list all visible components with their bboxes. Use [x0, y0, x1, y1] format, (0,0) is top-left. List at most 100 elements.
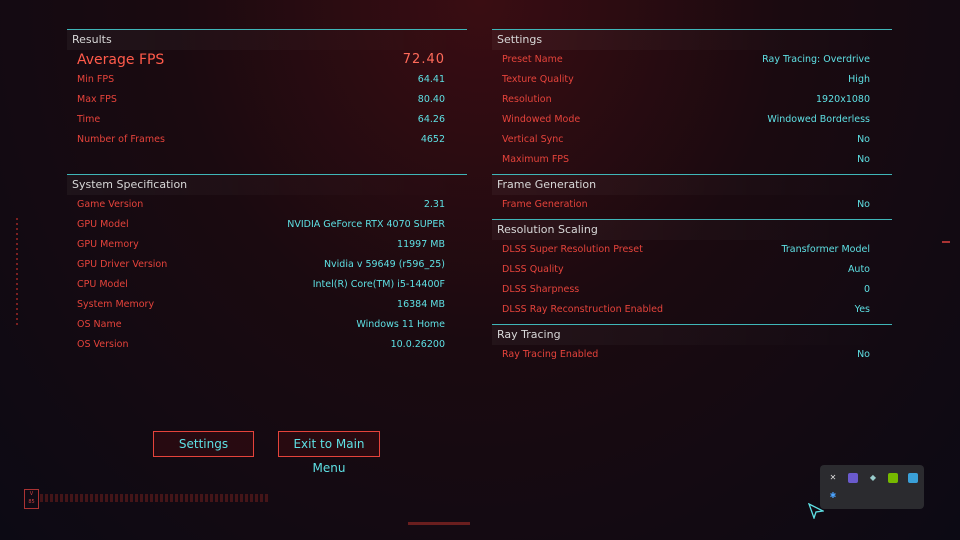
- setting-label: Preset Name: [502, 54, 563, 65]
- left-edge-decoration: [16, 218, 18, 328]
- spec-label: Game Version: [77, 199, 144, 210]
- spec-value: 11997 MB: [397, 239, 445, 250]
- spec-label: CPU Model: [77, 279, 128, 290]
- setting-label: Vertical Sync: [502, 134, 564, 145]
- spec-value: 2.31: [423, 199, 445, 210]
- setting-value: No: [857, 199, 870, 210]
- spec-row: CPU Model Intel(R) Core(TM) i5-14400F: [67, 275, 467, 295]
- resolution-scaling-panel: Resolution Scaling DLSS Super Resolution…: [492, 219, 892, 320]
- spec-value: 10.0.26200: [390, 339, 445, 350]
- mouse-cursor-icon: [808, 503, 824, 519]
- system-spec-title: System Specification: [67, 174, 467, 195]
- setting-value: No: [857, 154, 870, 165]
- setting-label: DLSS Super Resolution Preset: [502, 244, 643, 255]
- stat-row: Time 64.26: [67, 110, 467, 130]
- setting-row: Frame Generation No: [492, 195, 892, 215]
- setting-value: 1920x1080: [816, 94, 870, 105]
- system-tray-popup: ✕ ◆ ✱: [820, 465, 924, 509]
- setting-row: DLSS Quality Auto: [492, 260, 892, 280]
- stat-label: Time: [77, 114, 101, 125]
- monitor-icon[interactable]: [848, 473, 858, 483]
- results-title: Results: [67, 29, 467, 50]
- setting-label: Resolution: [502, 94, 552, 105]
- nvidia-icon[interactable]: [888, 473, 898, 483]
- stat-label: Max FPS: [77, 94, 117, 105]
- setting-value: 0: [863, 284, 870, 295]
- spec-value: Intel(R) Core(TM) i5-14400F: [312, 279, 445, 290]
- setting-row: Preset Name Ray Tracing: Overdrive: [492, 50, 892, 70]
- stat-row: Max FPS 80.40: [67, 90, 467, 110]
- bluetooth-icon[interactable]: ✱: [828, 491, 838, 501]
- setting-value: High: [848, 74, 870, 85]
- spec-row: System Memory 16384 MB: [67, 295, 467, 315]
- setting-label: DLSS Ray Reconstruction Enabled: [502, 304, 664, 315]
- spec-label: GPU Memory: [77, 239, 139, 250]
- cursor-icon[interactable]: ✕: [828, 473, 838, 483]
- settings-button[interactable]: Settings: [153, 431, 254, 457]
- right-edge-decoration: [942, 241, 950, 243]
- average-fps-value: 72.40: [402, 52, 445, 67]
- setting-row: Vertical Sync No: [492, 130, 892, 150]
- spec-label: GPU Driver Version: [77, 259, 168, 270]
- bottom-center-decoration: [408, 522, 470, 525]
- frame-generation-panel: Frame Generation Frame Generation No: [492, 174, 892, 215]
- setting-row: Maximum FPS No: [492, 150, 892, 170]
- spec-value: 16384 MB: [397, 299, 445, 310]
- stat-value: 64.26: [417, 114, 445, 125]
- stat-row: Number of Frames 4652: [67, 130, 467, 150]
- setting-value: No: [857, 349, 870, 360]
- setting-row: Windowed Mode Windowed Borderless: [492, 110, 892, 130]
- setting-row: DLSS Ray Reconstruction Enabled Yes: [492, 300, 892, 320]
- settings-panel: Settings Preset Name Ray Tracing: Overdri…: [492, 29, 892, 170]
- spec-row: GPU Memory 11997 MB: [67, 235, 467, 255]
- spec-row: OS Version 10.0.26200: [67, 335, 467, 355]
- stat-label: Min FPS: [77, 74, 115, 85]
- setting-value: No: [857, 134, 870, 145]
- setting-label: Frame Generation: [502, 199, 588, 210]
- spec-row: GPU Driver Version Nvidia v 59649 (r596_2…: [67, 255, 467, 275]
- setting-row: Ray Tracing Enabled No: [492, 345, 892, 365]
- stat-value: 64.41: [417, 74, 445, 85]
- spec-label: OS Version: [77, 339, 129, 350]
- results-panel: Results Average FPS 72.40 Min FPS 64.41 M…: [67, 29, 467, 150]
- frame-generation-title: Frame Generation: [492, 174, 892, 195]
- ray-tracing-title: Ray Tracing: [492, 324, 892, 345]
- setting-value: Windowed Borderless: [767, 114, 870, 125]
- settings-title: Settings: [492, 29, 892, 50]
- spec-row: OS Name Windows 11 Home: [67, 315, 467, 335]
- spec-value: Nvidia v 59649 (r596_25): [323, 259, 445, 270]
- setting-value: Ray Tracing: Overdrive: [762, 54, 870, 65]
- setting-row: DLSS Sharpness 0: [492, 280, 892, 300]
- exit-to-main-menu-button[interactable]: Exit to Main Menu: [278, 431, 380, 475]
- spec-label: OS Name: [77, 319, 122, 330]
- spec-value: NVIDIA GeForce RTX 4070 SUPER: [287, 219, 445, 230]
- resolution-scaling-title: Resolution Scaling: [492, 219, 892, 240]
- setting-label: DLSS Quality: [502, 264, 564, 275]
- ray-tracing-panel: Ray Tracing Ray Tracing Enabled No: [492, 324, 892, 365]
- stat-value: 80.40: [417, 94, 445, 105]
- stat-row: Min FPS 64.41: [67, 70, 467, 90]
- setting-value: Yes: [854, 304, 870, 315]
- average-fps-label: Average FPS: [77, 52, 165, 68]
- spec-row: Game Version 2.31: [67, 195, 467, 215]
- spec-label: System Memory: [77, 299, 155, 310]
- setting-row: Resolution 1920x1080: [492, 90, 892, 110]
- average-fps-row: Average FPS 72.40: [67, 50, 467, 70]
- app-icon[interactable]: [908, 473, 918, 483]
- spec-label: GPU Model: [77, 219, 129, 230]
- setting-value: Auto: [847, 264, 870, 275]
- setting-label: Windowed Mode: [502, 114, 581, 125]
- setting-value: Transformer Model: [781, 244, 870, 255]
- setting-row: DLSS Super Resolution Preset Transformer …: [492, 240, 892, 260]
- spec-value: Windows 11 Home: [356, 319, 445, 330]
- setting-row: Texture Quality High: [492, 70, 892, 90]
- setting-label: Texture Quality: [502, 74, 574, 85]
- stat-value: 4652: [420, 134, 445, 145]
- steam-icon[interactable]: ◆: [868, 473, 878, 483]
- setting-label: DLSS Sharpness: [502, 284, 580, 295]
- version-badge-icon: V 85: [24, 489, 39, 509]
- spec-row: GPU Model NVIDIA GeForce RTX 4070 SUPER: [67, 215, 467, 235]
- stat-label: Number of Frames: [77, 134, 165, 145]
- setting-label: Maximum FPS: [502, 154, 570, 165]
- system-spec-panel: System Specification Game Version 2.31 GP…: [67, 174, 467, 355]
